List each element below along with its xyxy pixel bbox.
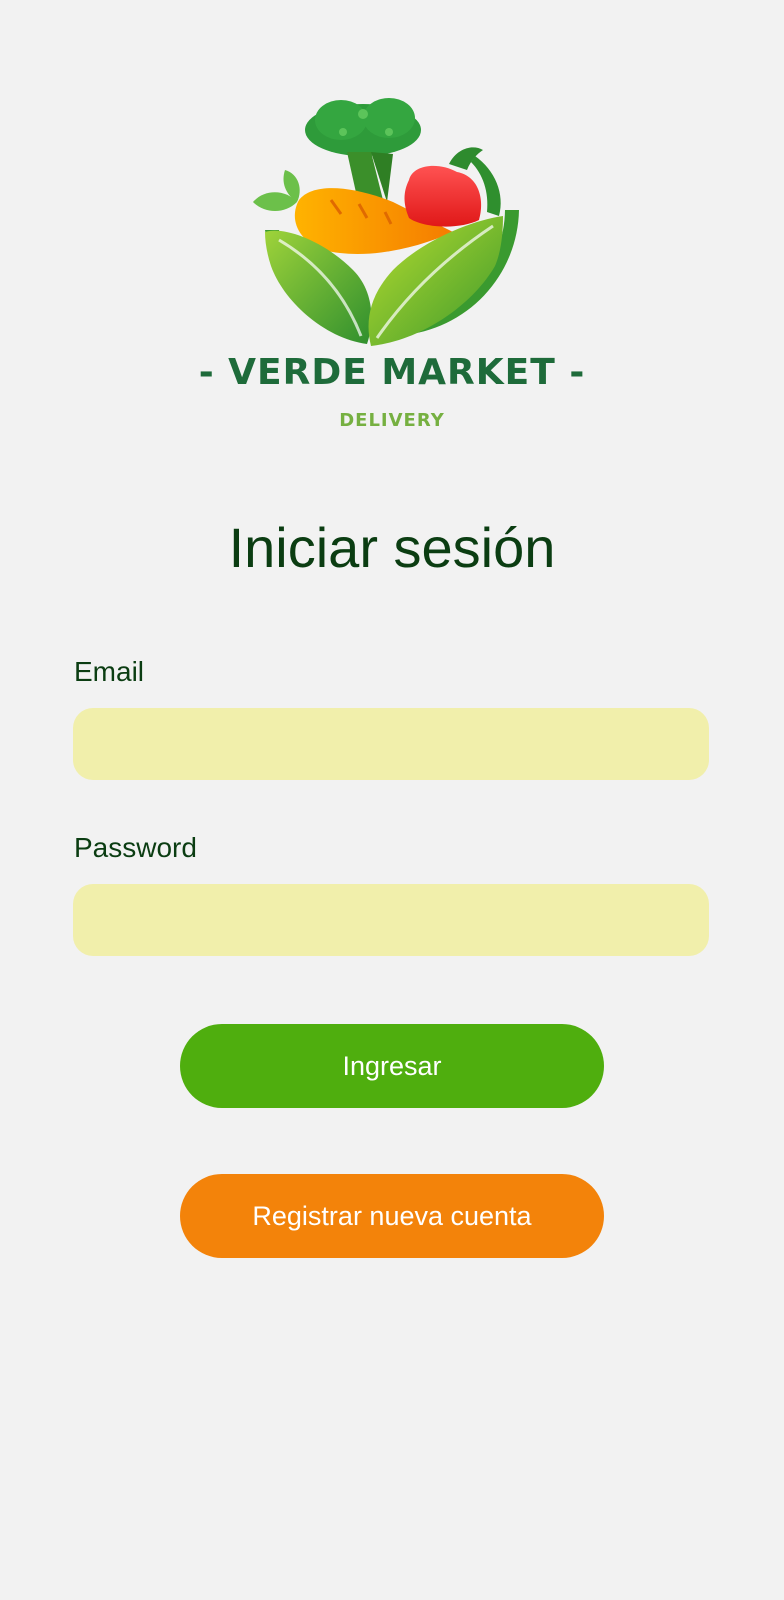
register-account-button[interactable]: Registrar nueva cuenta (180, 1174, 604, 1258)
email-input[interactable] (73, 708, 709, 780)
page-title: Iniciar sesión (228, 516, 556, 579)
brand-name: - VERDE MARKET - (198, 352, 586, 393)
email-label: Email (74, 656, 145, 687)
login-button[interactable]: Ingresar (180, 1024, 604, 1108)
brand-tagline: DELIVERY (339, 410, 445, 431)
login-screen: - VERDE MARKET - DELIVERY Iniciar sesión… (0, 0, 784, 1600)
password-input[interactable] (73, 884, 709, 956)
vegetables-logo-icon (253, 98, 519, 346)
password-label: Password (74, 832, 197, 863)
brand-logo: - VERDE MARKET - DELIVERY (0, 90, 784, 450)
